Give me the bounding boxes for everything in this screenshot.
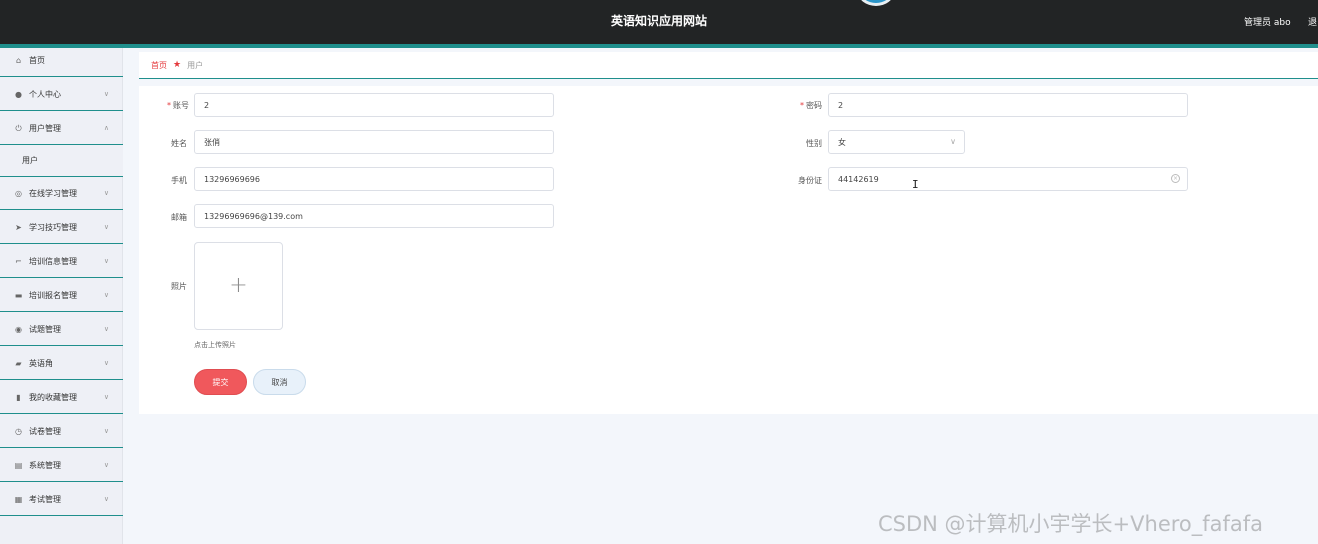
sidebar-item-label: 系统管理 — [29, 460, 61, 470]
upload-hint: 点击上传照片 — [194, 341, 236, 349]
password-label: * 密码 — [782, 100, 822, 111]
sidebar-item-label: 考试管理 — [29, 494, 61, 504]
chevron-down-icon: ∨ — [103, 393, 109, 401]
sidebar-item-label: 个人中心 — [29, 89, 61, 99]
sidebar-item-study-tips[interactable]: ➤ 学习技巧管理 ∨ — [0, 211, 123, 244]
chevron-down-icon: ∨ — [103, 359, 109, 367]
sidebar-item-home[interactable]: ⌂ 首页 — [0, 44, 123, 77]
sidebar-item-exam-papers[interactable]: ◷ 试卷管理 ∨ — [0, 415, 123, 448]
password-input[interactable]: 2 — [828, 93, 1188, 117]
required-marker: * — [800, 101, 804, 110]
clipboard-icon: ▦ — [14, 494, 23, 504]
header-divider — [0, 44, 1318, 48]
sidebar-item-training-signup[interactable]: ▬ 培训报名管理 ∨ — [0, 279, 123, 312]
account-input[interactable]: 2 — [194, 93, 554, 117]
gender-value: 女 — [838, 137, 846, 147]
sidebar-item-label: 首页 — [29, 55, 45, 65]
chevron-down-icon: ∨ — [103, 223, 109, 231]
chevron-down-icon: ∨ — [103, 90, 109, 98]
breadcrumb: 首页 ★ 用户 — [139, 52, 1318, 79]
sidebar-item-personal-center[interactable]: ● 个人中心 ∨ — [0, 78, 123, 111]
phone-label: 手机 — [171, 176, 187, 185]
send-icon: ➤ — [15, 222, 22, 232]
chevron-down-icon: ∨ — [103, 325, 109, 333]
idcard-value: 44142619 — [838, 174, 879, 184]
site-title: 英语知识应用网站 — [610, 14, 707, 28]
sidebar-item-exams[interactable]: ▦ 考试管理 ∨ — [0, 483, 123, 516]
account-label: * 账号 — [149, 100, 189, 111]
phone-input[interactable]: 13296969696 — [194, 167, 554, 191]
sidebar-item-label: 培训报名管理 — [29, 290, 77, 300]
gender-label: 性别 — [806, 139, 822, 148]
comment-icon: ▬ — [14, 290, 23, 300]
password-label-text: 密码 — [806, 101, 822, 110]
chevron-down-icon: ∨ — [950, 137, 956, 146]
sidebar-item-training-info[interactable]: ⌐ 培训信息管理 ∨ — [0, 245, 123, 278]
top-header: 英语知识应用网站 管理员 abo 退 — [0, 0, 1318, 48]
bookmark-icon: ▮ — [16, 392, 21, 402]
sidebar-item-label: 用户管理 — [29, 123, 61, 133]
photo-label: 照片 — [171, 282, 187, 291]
idcard-label: 身份证 — [798, 176, 822, 185]
sidebar-item-english-corner[interactable]: ▰ 英语角 ∨ — [0, 347, 123, 380]
chevron-down-icon: ∨ — [103, 427, 109, 435]
sidebar-item-label: 试题管理 — [29, 324, 61, 334]
globe-icon: ◉ — [15, 324, 22, 334]
sidebar-item-label: 培训信息管理 — [29, 256, 77, 266]
plus-icon: + — [229, 273, 248, 298]
compass-icon: ◎ — [15, 188, 22, 198]
logo-icon — [858, 0, 894, 6]
sidebar-item-system[interactable]: ▤ 系统管理 ∨ — [0, 449, 123, 482]
submit-button[interactable]: 提交 — [194, 369, 247, 395]
chevron-down-icon: ∨ — [103, 291, 109, 299]
sidebar: ⌂ 首页 ● 个人中心 ∨ ⏻ 用户管理 ∧ 用户 ◎ 在线学习管理 ∨ ➤ 学… — [0, 48, 123, 544]
home-icon: ⌂ — [15, 55, 22, 65]
required-marker: * — [167, 101, 171, 110]
star-icon: ★ — [173, 60, 182, 70]
clock-icon: ◷ — [15, 426, 22, 436]
chevron-down-icon: ∨ — [103, 495, 109, 503]
crop-icon: ⌐ — [15, 256, 22, 266]
email-label: 邮箱 — [171, 213, 187, 222]
breadcrumb-current: 用户 — [187, 60, 204, 70]
clear-icon[interactable]: × — [1171, 174, 1180, 183]
admin-user-label: 管理员 abo — [1244, 18, 1291, 28]
sidebar-item-questions[interactable]: ◉ 试题管理 ∨ — [0, 313, 123, 346]
sidebar-item-label: 我的收藏管理 — [29, 392, 77, 402]
phone-value: 13296969696 — [204, 174, 260, 184]
text-cursor-icon: I — [912, 178, 919, 191]
doc-icon: ▤ — [14, 460, 23, 470]
power-icon: ⏻ — [15, 123, 22, 133]
chevron-down-icon: ∨ — [103, 257, 109, 265]
chevron-down-icon: ∨ — [103, 189, 109, 197]
sidebar-item-label: 试卷管理 — [29, 426, 61, 436]
name-value: 张俏 — [204, 137, 220, 147]
account-value: 2 — [204, 100, 210, 110]
idcard-input[interactable]: 44142619 × — [828, 167, 1188, 191]
sidebar-item-favorites[interactable]: ▮ 我的收藏管理 ∨ — [0, 381, 123, 414]
logout-link[interactable]: 退 — [1308, 15, 1317, 28]
sidebar-item-label: 在线学习管理 — [29, 188, 77, 198]
breadcrumb-home-link[interactable]: 首页 — [151, 60, 167, 71]
gender-select[interactable]: 女 ∨ — [828, 130, 965, 154]
password-value: 2 — [838, 100, 844, 110]
sidebar-item-user-management[interactable]: ⏻ 用户管理 ∧ — [0, 112, 123, 145]
user-icon: ● — [15, 89, 22, 99]
sidebar-item-label: 学习技巧管理 — [29, 222, 77, 232]
account-label-text: 账号 — [173, 101, 189, 110]
watermark: CSDN @计算机小宇学长+Vhero_fafafa — [878, 512, 1264, 536]
email-value: 13296969696@139.com — [204, 211, 303, 221]
sidebar-subitem-users[interactable]: 用户 — [0, 145, 123, 177]
sidebar-item-online-learning[interactable]: ◎ 在线学习管理 ∨ — [0, 177, 123, 210]
chevron-up-icon: ∧ — [103, 124, 109, 132]
name-label: 姓名 — [171, 139, 187, 148]
chevron-down-icon: ∨ — [103, 461, 109, 469]
sidebar-item-label: 英语角 — [29, 358, 53, 368]
cancel-button[interactable]: 取消 — [253, 369, 306, 395]
email-input[interactable]: 13296969696@139.com — [194, 204, 554, 228]
briefcase-icon: ▰ — [15, 358, 22, 368]
photo-upload[interactable]: + — [194, 242, 283, 330]
name-input[interactable]: 张俏 — [194, 130, 554, 154]
